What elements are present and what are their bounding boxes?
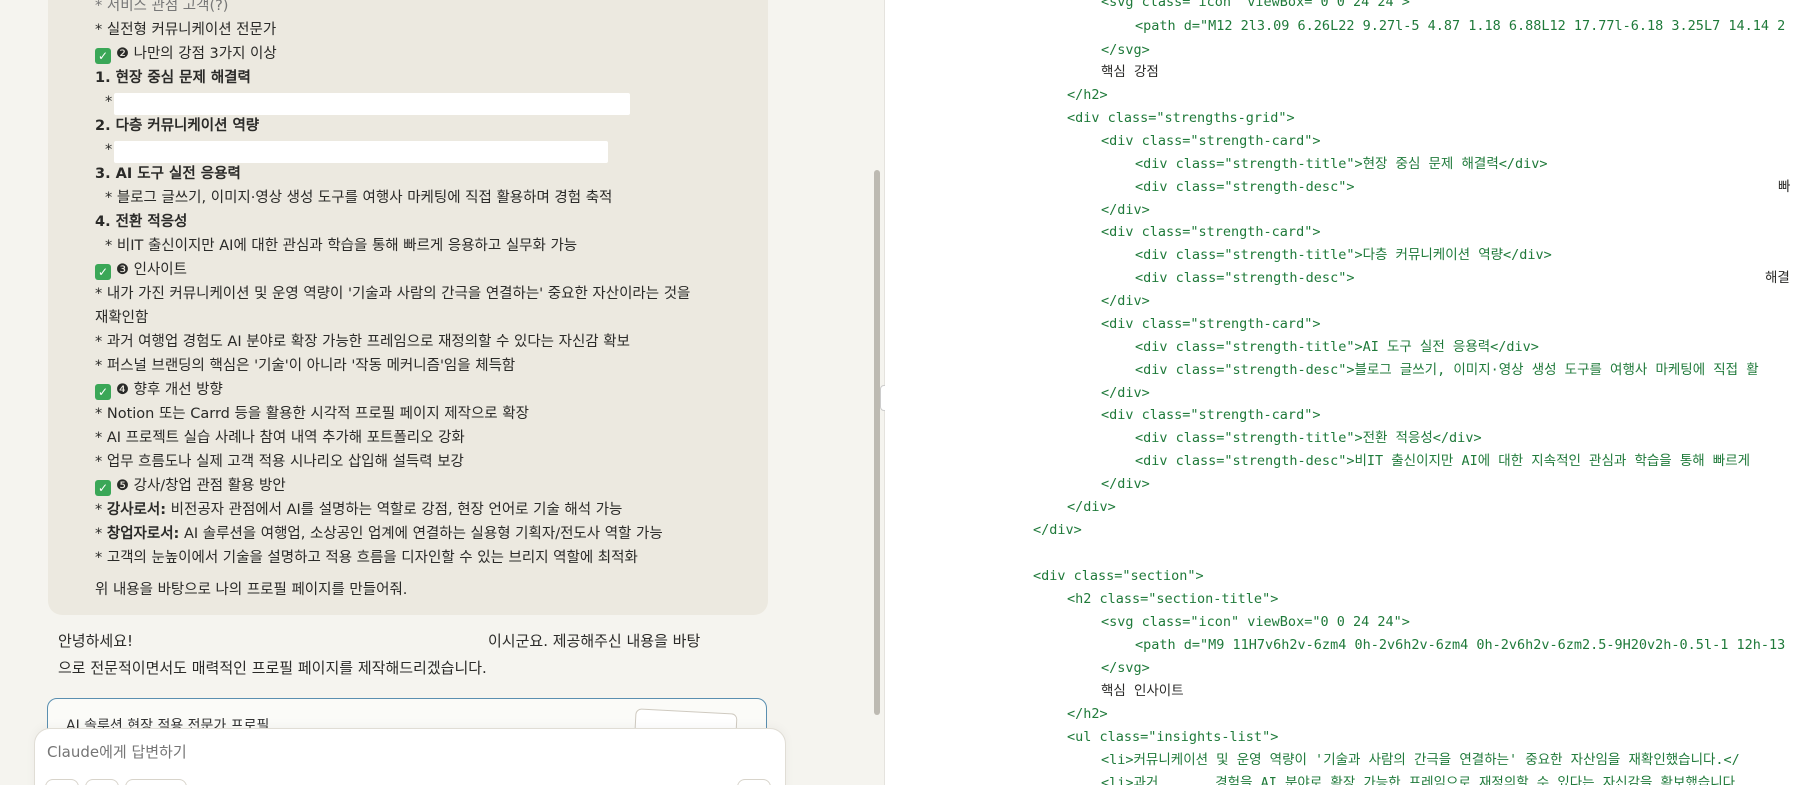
message-line: 1. 현장 중심 문제 해결력 — [95, 70, 251, 86]
code-line: <div class="strength-card"> — [1101, 316, 1321, 332]
code-panel: <svg class="icon" viewBox="0 0 24 24"> <… — [885, 0, 1803, 785]
message-line: * 창업자로서: AI 솔루션을 여행업, 소상공인 업계에 연결하는 실용형 … — [95, 526, 663, 542]
message-line: * 서비스 관점 고객(?) — [95, 0, 229, 14]
checkmark-icon: ✓ — [95, 264, 111, 280]
message-line: * 실전형 커뮤니케이션 전문가 — [95, 22, 277, 38]
message-line: * Notion 또는 Carrd 등을 활용한 시각적 프로필 페이지 제작으… — [95, 406, 529, 422]
chat-panel: * 서비스 관점 고객(?) * 실전형 커뮤니케이션 전문가 ✓ ❷ 나만의 강… — [0, 0, 885, 785]
code-line: 빠 — [1778, 179, 1791, 195]
code-line: </div> — [1101, 385, 1150, 401]
code-line: <div class="strength-title">다층 커뮤니케이션 역량… — [1135, 247, 1552, 263]
code-line: <div class="strength-title">전환 적응성</div> — [1135, 430, 1482, 446]
code-line: </div> — [1067, 499, 1116, 515]
code-line: <li>커뮤니케이션 및 운영 역량이 '기술과 사람의 간극을 연결하는' 중… — [1101, 752, 1740, 768]
code-line: </svg> — [1101, 660, 1150, 676]
message-line: ✓ ❺ 강사/창업 관점 활용 방안 — [95, 476, 286, 496]
code-line: 핵심 인사이트 — [1101, 683, 1184, 699]
code-line: <h2 class="section-title"> — [1067, 591, 1279, 607]
code-line: <path d="M9 11H7v6h2v-6zm4 0h-2v6h2v-6zm… — [1135, 637, 1786, 653]
message-line: * 과거 여행업 경험도 AI 분야로 확장 가능한 프레임으로 재정의할 수 … — [95, 334, 630, 350]
code-line: </h2> — [1067, 87, 1108, 103]
message-line: * 강사로서: 비전공자 관점에서 AI를 설명하는 역할로 강점, 현장 언어… — [95, 502, 623, 518]
message-line: 재확인함 — [95, 310, 149, 326]
assistant-reply-line: 이시군요. 제공해주신 내용을 바탕 — [488, 632, 701, 650]
assistant-reply-line: 으로 전문적이면서도 매력적인 프로필 페이지를 제작해드리겠습니다. — [58, 659, 487, 677]
code-line: <div class="strength-card"> — [1101, 224, 1321, 240]
attach-button[interactable] — [45, 779, 79, 785]
message-line: * 비IT 출신이지만 AI에 대한 관심과 학습을 통해 빠르게 응용하고 실… — [105, 238, 578, 254]
message-line: * AI 프로젝트 실습 사례나 참여 내역 추가해 포트폴리오 강화 — [95, 430, 465, 446]
code-line: <ul class="insights-list"> — [1067, 729, 1279, 745]
code-line: 해결 — [1765, 270, 1790, 286]
code-line: </div> — [1101, 293, 1150, 309]
code-line: <div class="strength-card"> — [1101, 407, 1321, 423]
message-line: * — [105, 142, 113, 158]
code-line: </h2> — [1067, 706, 1108, 722]
redaction-bar — [114, 141, 608, 163]
message-line: * — [105, 94, 113, 110]
tools-button[interactable] — [85, 779, 119, 785]
code-line: 핵심 강점 — [1101, 64, 1159, 80]
chat-scrollbar[interactable] — [874, 170, 880, 715]
checkmark-icon: ✓ — [95, 48, 111, 64]
code-line: <div class="strength-card"> — [1101, 133, 1321, 149]
code-line: </div> — [1033, 522, 1082, 538]
checkmark-icon: ✓ — [95, 384, 111, 400]
message-line: 2. 다층 커뮤니케이션 역량 — [95, 118, 260, 134]
code-line: <div class="strength-desc"> — [1135, 270, 1355, 286]
redaction-bar — [114, 93, 630, 115]
message-line: * 블로그 글쓰기, 이미지·영상 생성 도구를 여행사 마케팅에 직접 활용하… — [105, 190, 613, 206]
code-line: <svg class="icon" viewBox="0 0 24 24"> — [1101, 0, 1410, 10]
message-line: * 고객의 눈높이에서 기술을 설명하고 적용 흐름을 디자인할 수 있는 브리… — [95, 550, 638, 566]
message-line: 3. AI 도구 실전 응용력 — [95, 166, 241, 182]
assistant-reply-line: 안녕하세요! — [58, 632, 134, 650]
message-line: * 내가 가진 커뮤니케이션 및 운영 역량이 '기술과 사람의 간극을 연결하… — [95, 286, 691, 302]
message-line: 4. 전환 적응성 — [95, 214, 188, 230]
code-line: <div class="section"> — [1033, 568, 1204, 584]
code-line: <div class="strength-title">현장 중심 문제 해결력… — [1135, 156, 1548, 172]
code-line: <div class="strength-desc">비IT 출신이지만 AI에… — [1135, 453, 1751, 469]
code-line: <svg class="icon" viewBox="0 0 24 24"> — [1101, 614, 1410, 630]
model-selector-button[interactable] — [125, 779, 187, 785]
message-line: ✓ ❸ 인사이트 — [95, 260, 187, 280]
send-button[interactable] — [737, 779, 771, 785]
code-line: <div class="strength-title">AI 도구 실전 응용력… — [1135, 339, 1539, 355]
code-line: <li>과거 경험을 AI 분야로 확장 가능한 프레임으로 재정의할 수 있다… — [1101, 775, 1744, 785]
message-composer — [34, 728, 786, 785]
code-line: </div> — [1101, 202, 1150, 218]
message-line: * 업무 흐름도나 실제 고객 적용 시나리오 삽입해 설득력 보강 — [95, 454, 464, 470]
message-line: ✓ ❹ 향후 개선 방향 — [95, 380, 223, 400]
code-line: <div class="strength-desc"> — [1135, 179, 1355, 195]
code-line: <div class="strength-desc">블로그 글쓰기, 이미지·… — [1135, 362, 1759, 378]
message-line: ✓ ❷ 나만의 강점 3가지 이상 — [95, 44, 277, 64]
code-line: </svg> — [1101, 42, 1150, 58]
message-line: 위 내용을 바탕으로 나의 프로필 페이지를 만들어줘. — [95, 582, 408, 598]
code-line: <div class="strengths-grid"> — [1067, 110, 1295, 126]
code-line: </div> — [1101, 476, 1150, 492]
code-line: <path d="M12 2l3.09 6.26L22 9.27l-5 4.87… — [1135, 18, 1786, 34]
message-line: * 퍼스널 브랜딩의 핵심은 '기술'이 아니라 '작동 메커니즘'임을 체득함 — [95, 358, 516, 374]
checkmark-icon: ✓ — [95, 480, 111, 496]
reply-input[interactable] — [47, 743, 747, 761]
